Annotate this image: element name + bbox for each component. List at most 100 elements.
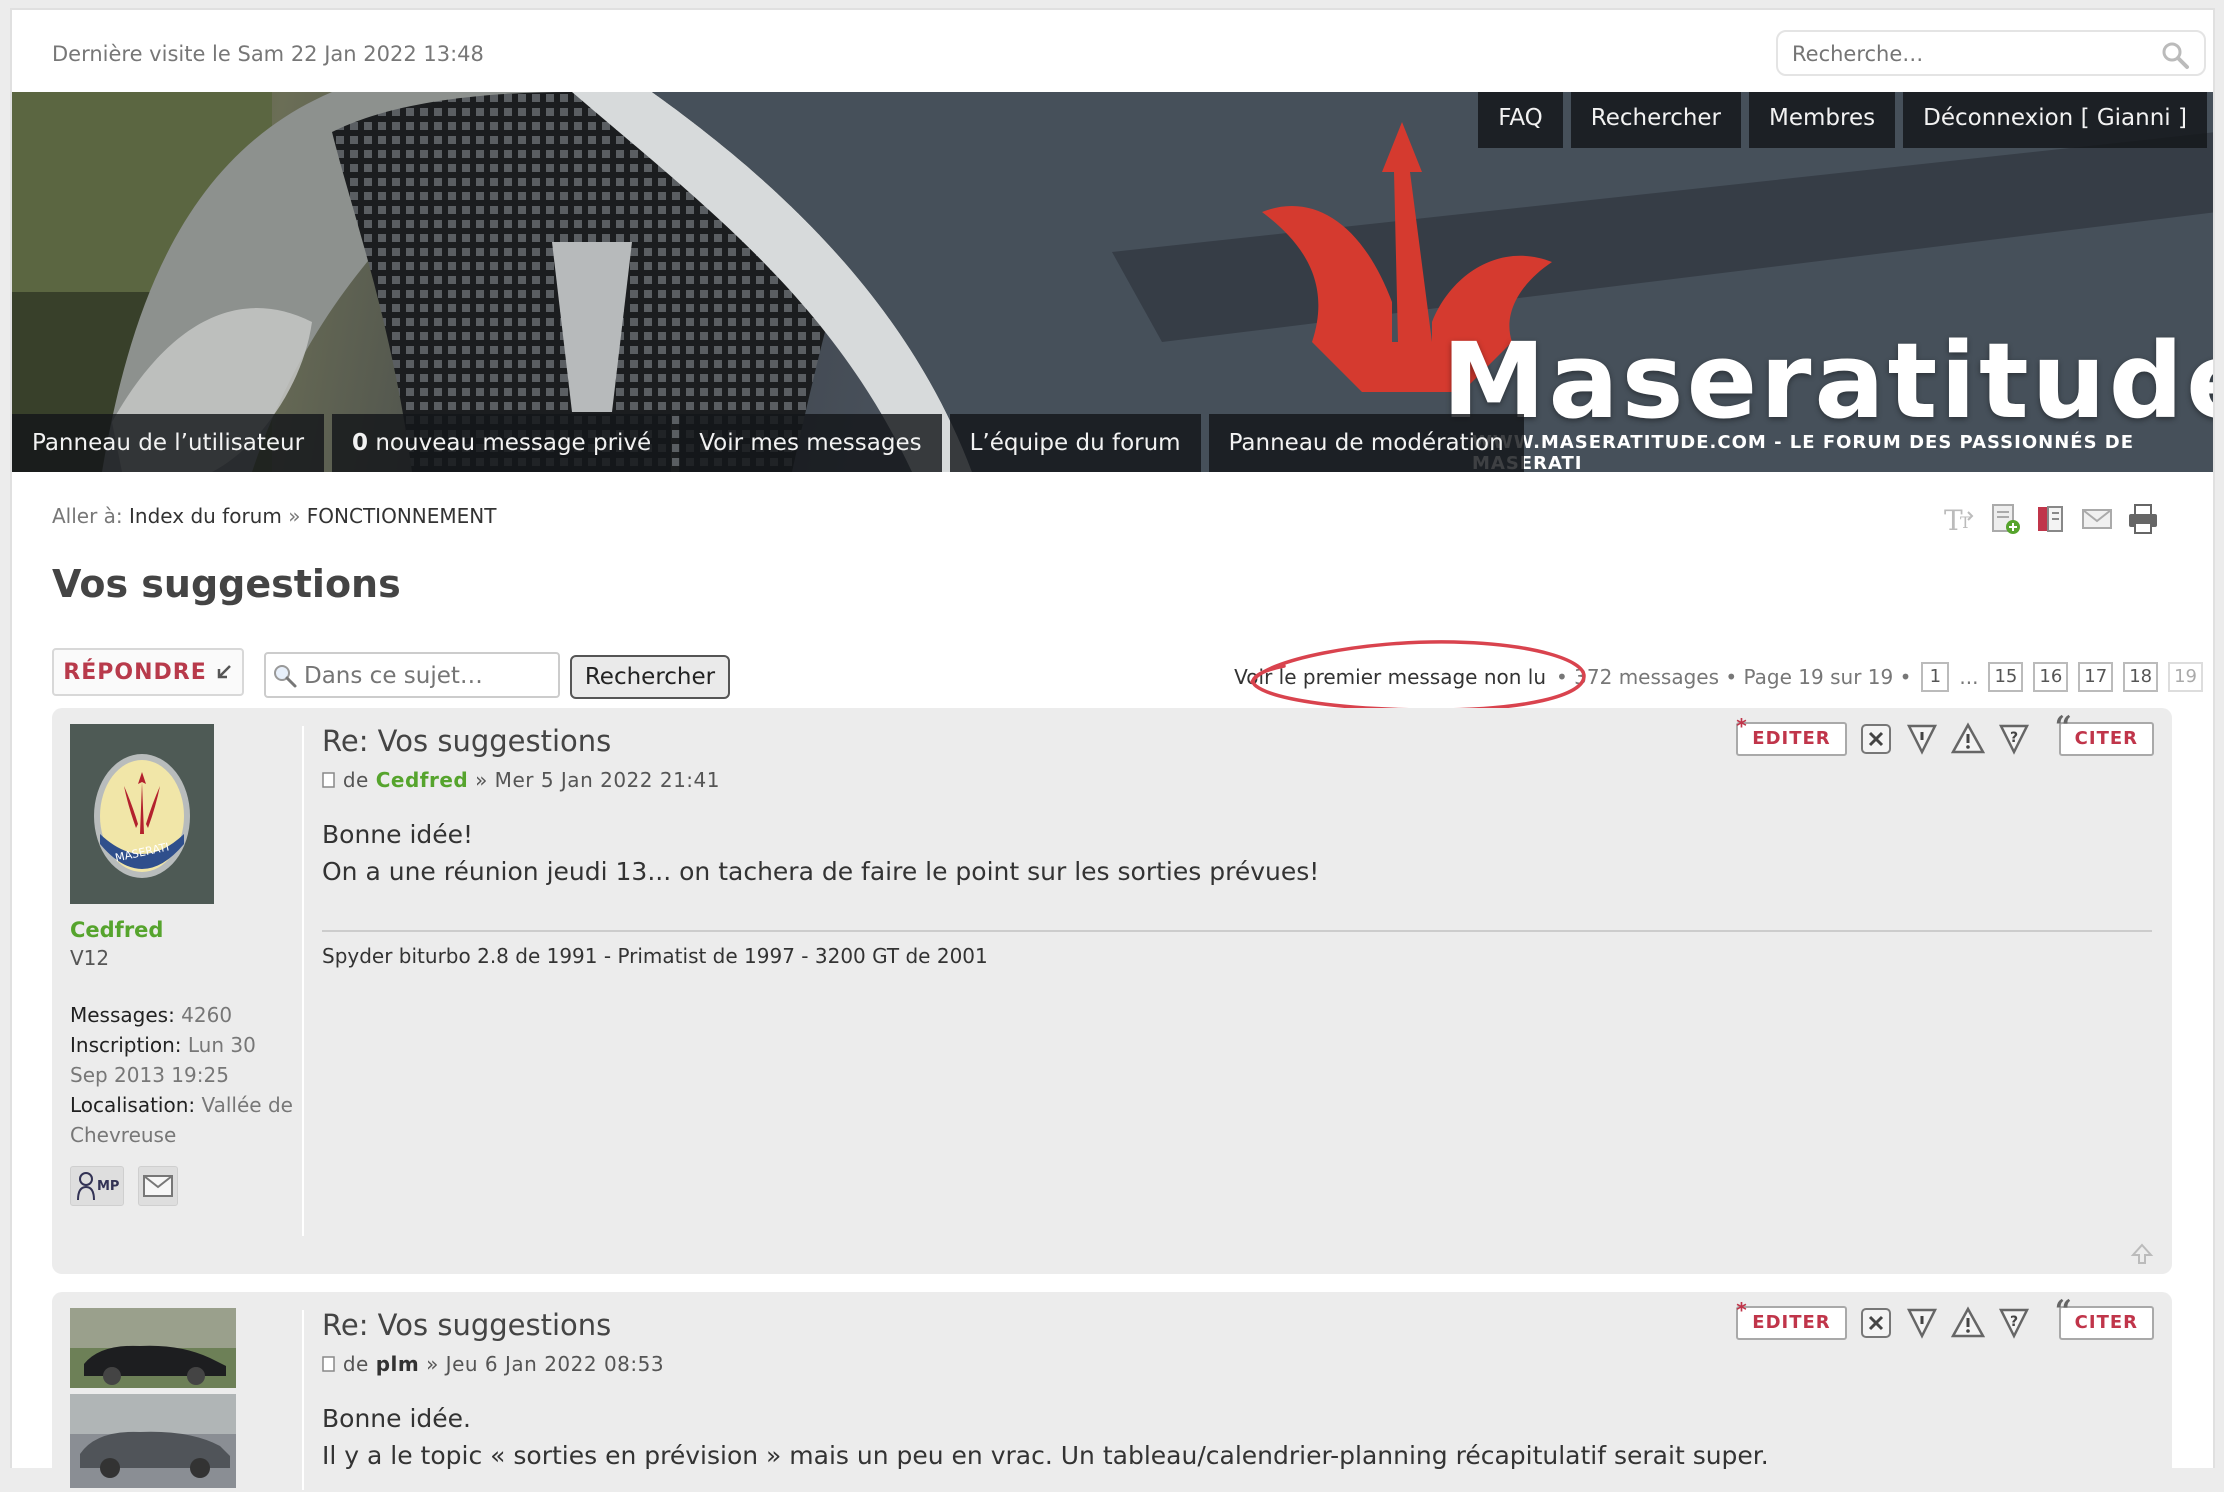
nav-my-posts[interactable]: Voir mes messages [679, 414, 942, 472]
avatar: MASERATI [70, 724, 214, 904]
topic-search-box[interactable] [264, 652, 560, 698]
signature-divider [322, 930, 2152, 932]
info-icon[interactable]: ? [1997, 722, 2031, 756]
pm-count: 0 [352, 430, 369, 456]
breadcrumb-index-link[interactable]: Index du forum [129, 504, 282, 528]
page-link-16[interactable]: 16 [2033, 662, 2069, 692]
svg-text:?: ? [2010, 730, 2018, 746]
author-location: Localisation: Vallée de Chevreuse [70, 1090, 296, 1150]
post-date: » Jeu 6 Jan 2022 08:53 [419, 1352, 665, 1376]
post-date: » Mer 5 Jan 2022 21:41 [468, 768, 720, 792]
post-body: Re: Vos suggestions de Cedfred » Mer 5 J… [322, 724, 2152, 968]
page-current-19: 19 [2168, 662, 2203, 692]
quote-icon: “ [2054, 1294, 2073, 1329]
page-link-15[interactable]: 15 [1988, 662, 2024, 692]
nav-search[interactable]: Rechercher [1570, 92, 1742, 148]
page: Dernière visite le Sam 22 Jan 2022 13:48 [10, 8, 2215, 1492]
post-icon[interactable] [322, 1356, 336, 1372]
pm-button[interactable]: MP [70, 1166, 124, 1206]
breadcrumb-prefix: Aller à: [52, 504, 130, 528]
post-by: de [342, 1352, 376, 1376]
top-bar: Dernière visite le Sam 22 Jan 2022 13:48 [12, 10, 2213, 92]
nav-team[interactable]: L’équipe du forum [949, 414, 1201, 472]
email-topic-icon[interactable] [2080, 502, 2114, 536]
delete-icon[interactable] [1859, 1306, 1893, 1340]
post: Re: Vos suggestions de plm » Jeu 6 Jan 2… [52, 1292, 2172, 1492]
topic-search-button[interactable]: Rechercher [570, 655, 730, 699]
quote-button-label: CITER [2074, 728, 2138, 749]
contact-buttons: MP [70, 1166, 296, 1206]
warn-icon[interactable] [1950, 722, 1985, 756]
font-size-icon[interactable]: T T [1942, 502, 1976, 536]
user-icon [77, 1172, 95, 1201]
hand-drawn-annotation-circle [1250, 640, 1586, 712]
bookmark-topic-icon[interactable] [1988, 502, 2022, 536]
star-icon: * [1736, 1298, 1748, 1322]
breadcrumb-separator: » [281, 504, 307, 528]
messages-value: 4260 [174, 1003, 233, 1027]
author-name[interactable]: Cedfred [70, 918, 296, 942]
brand-name: Maseratitude [1442, 320, 2213, 442]
email-button[interactable] [138, 1166, 178, 1206]
post-profile [70, 1308, 296, 1488]
quote-button[interactable]: “CITER [2055, 1294, 2154, 1340]
nav-moderation[interactable]: Panneau de modération [1208, 414, 1524, 472]
back-to-top-icon[interactable] [2130, 1242, 2154, 1266]
post-author-link[interactable]: plm [376, 1352, 420, 1376]
page-link-1[interactable]: 1 [1921, 662, 1950, 692]
brand-tagline: WWW.MASERATITUDE.COM - LE FORUM DES PASS… [1472, 432, 2135, 472]
search-icon[interactable] [2160, 40, 2190, 70]
edit-button-label: EDITER [1752, 1312, 1831, 1333]
avatar [70, 1308, 236, 1488]
info-icon[interactable]: ? [1997, 1306, 2031, 1340]
reply-button[interactable]: RÉPONDRE [52, 648, 244, 696]
email-icon [143, 1175, 173, 1197]
user-nav: Panneau de l’utilisateur 0 nouveau messa… [12, 414, 1524, 472]
pm-button-label: MP [97, 1179, 120, 1194]
nav-members[interactable]: Membres [1749, 92, 1896, 148]
joined-label: Inscription: [70, 1033, 182, 1057]
nav-private-messages[interactable]: 0 nouveau message privé [332, 414, 672, 472]
last-visit-text: Dernière visite le Sam 22 Jan 2022 13:48 [52, 42, 484, 66]
edit-button[interactable]: * EDITER [1736, 1298, 1847, 1340]
nav-logout[interactable]: Déconnexion [ Gianni ] [1903, 92, 2207, 148]
post-icon[interactable] [322, 772, 336, 788]
post-content-line: On a une réunion jeudi 13... on tachera … [322, 857, 1320, 886]
post-content-line: Bonne idée. [322, 1404, 471, 1433]
reply-button-label: RÉPONDRE [63, 659, 207, 685]
post-actions: * EDITER ? “CITER [1736, 1294, 2154, 1340]
quote-icon: “ [2054, 710, 2073, 745]
page-link-17[interactable]: 17 [2078, 662, 2114, 692]
signature: Spyder biturbo 2.8 de 1991 - Primatist d… [322, 944, 988, 968]
warn-icon[interactable] [1950, 1306, 1985, 1340]
report-icon[interactable] [1905, 1306, 1939, 1340]
post-divider [302, 726, 304, 1236]
book-icon[interactable] [2034, 502, 2068, 536]
edit-button[interactable]: * EDITER [1736, 714, 1847, 756]
topic-title: Vos suggestions [52, 562, 401, 606]
pm-label: nouveau message privé [368, 430, 652, 456]
global-search-input[interactable] [1792, 40, 2132, 68]
quote-button[interactable]: “CITER [2055, 710, 2154, 756]
edit-button-label: EDITER [1752, 728, 1831, 749]
print-icon[interactable] [2126, 502, 2160, 536]
report-icon[interactable] [1905, 722, 1939, 756]
topic-tools: T T [1942, 502, 2160, 536]
star-icon: * [1736, 714, 1748, 738]
post-content-line: Il y a le topic « sorties en prévision »… [322, 1441, 1769, 1470]
reply-arrow-icon [217, 665, 231, 679]
messages-label: Messages: [70, 1003, 175, 1027]
page-link-18[interactable]: 18 [2123, 662, 2159, 692]
topic-search-input[interactable] [304, 663, 554, 689]
nav-user-panel[interactable]: Panneau de l’utilisateur [12, 414, 325, 472]
post-content: Bonne idée. Il y a le topic « sorties en… [322, 1400, 2152, 1474]
global-search-box[interactable] [1776, 30, 2206, 76]
post-author-link[interactable]: Cedfred [376, 768, 469, 792]
svg-text:T: T [1960, 513, 1971, 532]
nav-faq[interactable]: FAQ [1478, 92, 1563, 148]
post-content: Bonne idée! On a une réunion jeudi 13...… [322, 816, 2152, 890]
delete-icon[interactable] [1859, 722, 1893, 756]
header-banner: FAQ Rechercher Membres Déconnexion [ Gia… [12, 92, 2213, 472]
pagination-summary: • 372 messages • Page 19 sur 19 • [1556, 665, 1912, 689]
breadcrumb-section-link[interactable]: FONCTIONNEMENT [307, 504, 497, 528]
